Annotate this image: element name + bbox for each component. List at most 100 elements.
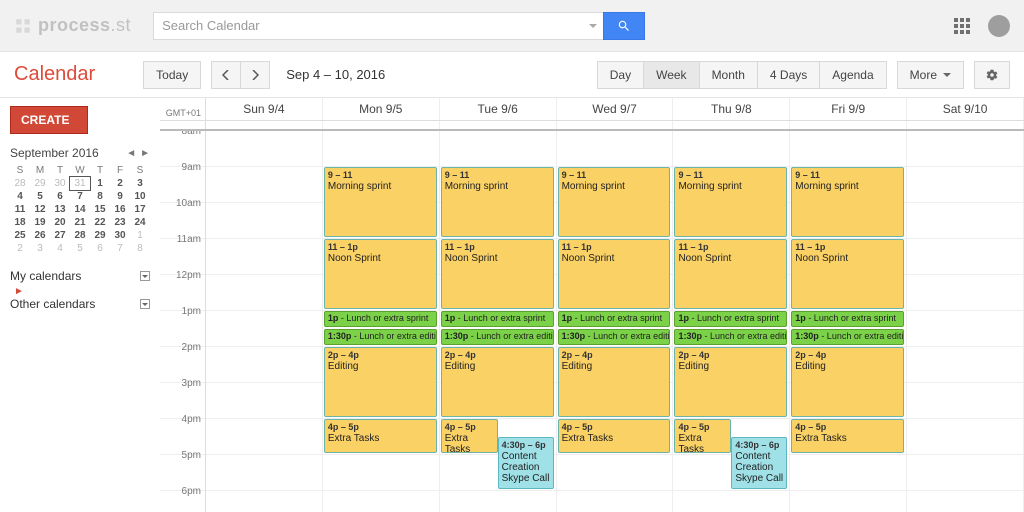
event[interactable]: 9 – 11Morning sprint	[324, 167, 437, 237]
event[interactable]: 9 – 11Morning sprint	[441, 167, 554, 237]
mini-day[interactable]: 18	[10, 216, 30, 229]
day-header-cell[interactable]: Sun 9/4	[206, 98, 323, 120]
mini-day[interactable]: 9	[110, 190, 130, 203]
mini-day[interactable]: 7	[110, 242, 130, 255]
event[interactable]: 4:30p – 6pContent Creation Skype Call	[731, 437, 787, 489]
mini-day[interactable]: 6	[90, 242, 110, 255]
event[interactable]: 2p – 4pEditing	[324, 347, 437, 417]
event[interactable]: 1:30p - Lunch or extra editing	[441, 329, 554, 345]
mini-day[interactable]: 11	[10, 203, 30, 216]
mini-day[interactable]: 2	[10, 242, 30, 255]
mini-day[interactable]: 22	[90, 216, 110, 229]
mini-day[interactable]: 31	[70, 177, 90, 190]
mini-day[interactable]: 19	[30, 216, 50, 229]
mini-day[interactable]: 10	[130, 190, 150, 203]
event[interactable]: 11 – 1pNoon Sprint	[791, 239, 904, 309]
day-header-cell[interactable]: Thu 9/8	[673, 98, 790, 120]
event[interactable]: 1p - Lunch or extra sprint	[558, 311, 671, 327]
mini-day[interactable]: 1	[130, 229, 150, 242]
mini-day[interactable]: 29	[90, 229, 110, 242]
search-button[interactable]	[603, 12, 645, 40]
event[interactable]: 11 – 1pNoon Sprint	[558, 239, 671, 309]
event[interactable]: 4p – 5pExtra Tasks	[441, 419, 498, 453]
search-input[interactable]: Search Calendar	[153, 12, 603, 40]
mini-day[interactable]: 25	[10, 229, 30, 242]
mini-day[interactable]: 21	[70, 216, 90, 229]
other-calendars[interactable]: Other calendars	[10, 297, 150, 311]
mini-day[interactable]: 5	[70, 242, 90, 255]
mini-day[interactable]: 3	[130, 177, 150, 190]
day-column[interactable]	[907, 131, 1024, 512]
event[interactable]: 2p – 4pEditing	[441, 347, 554, 417]
day-column[interactable]: 9 – 11Morning sprint11 – 1pNoon Sprint 1p…	[323, 131, 440, 512]
event[interactable]: 1p - Lunch or extra sprint	[441, 311, 554, 327]
mini-day[interactable]: 14	[70, 203, 90, 216]
mini-day[interactable]: 12	[30, 203, 50, 216]
event[interactable]: 11 – 1pNoon Sprint	[324, 239, 437, 309]
event[interactable]: 1p - Lunch or extra sprint	[674, 311, 787, 327]
apps-icon[interactable]	[954, 18, 970, 34]
day-header-cell[interactable]: Wed 9/7	[557, 98, 674, 120]
event[interactable]: 1:30p - Lunch or extra editing	[674, 329, 787, 345]
mini-day[interactable]: 1	[90, 177, 110, 190]
mini-day[interactable]: 2	[110, 177, 130, 190]
mini-day[interactable]: 28	[10, 177, 30, 190]
create-button[interactable]: CREATE	[10, 106, 88, 134]
mini-prev[interactable]: ◄	[126, 148, 136, 159]
event[interactable]: 11 – 1pNoon Sprint	[674, 239, 787, 309]
view-4days[interactable]: 4 Days	[758, 61, 820, 89]
event[interactable]: 2p – 4pEditing	[674, 347, 787, 417]
day-header-cell[interactable]: Sat 9/10	[907, 98, 1024, 120]
view-day[interactable]: Day	[597, 61, 644, 89]
event[interactable]: 9 – 11Morning sprint	[558, 167, 671, 237]
event[interactable]: 2p – 4pEditing	[791, 347, 904, 417]
event[interactable]: 1:30p - Lunch or extra editing	[324, 329, 437, 345]
mini-day[interactable]: 7	[70, 190, 90, 203]
day-column[interactable]	[206, 131, 323, 512]
mini-day[interactable]: 3	[30, 242, 50, 255]
mini-day[interactable]: 23	[110, 216, 130, 229]
settings-button[interactable]	[974, 61, 1010, 89]
event[interactable]: 11 – 1pNoon Sprint	[441, 239, 554, 309]
mini-day[interactable]: 17	[130, 203, 150, 216]
my-calendars[interactable]: My calendars	[10, 269, 150, 283]
mini-day[interactable]: 27	[50, 229, 70, 242]
mini-day[interactable]: 30	[50, 177, 70, 190]
avatar[interactable]	[988, 15, 1010, 37]
mini-day[interactable]: 30	[110, 229, 130, 242]
mini-day[interactable]: 28	[70, 229, 90, 242]
day-header-cell[interactable]: Mon 9/5	[323, 98, 440, 120]
today-button[interactable]: Today	[143, 61, 201, 89]
next-button[interactable]	[241, 61, 270, 89]
event[interactable]: 4:30p – 6pContent Creation Skype Call	[498, 437, 554, 489]
mini-day[interactable]: 16	[110, 203, 130, 216]
event[interactable]: 1p - Lunch or extra sprint	[791, 311, 904, 327]
day-column[interactable]: 9 – 11Morning sprint11 – 1pNoon Sprint 1p…	[557, 131, 674, 512]
mini-day[interactable]: 6	[50, 190, 70, 203]
mini-day[interactable]: 4	[10, 190, 30, 203]
view-agenda[interactable]: Agenda	[820, 61, 886, 89]
mini-day[interactable]: 26	[30, 229, 50, 242]
day-header-cell[interactable]: Tue 9/6	[440, 98, 557, 120]
mini-day[interactable]: 24	[130, 216, 150, 229]
event[interactable]: 4p – 5pExtra Tasks	[674, 419, 731, 453]
mini-day[interactable]: 4	[50, 242, 70, 255]
event[interactable]: 1p - Lunch or extra sprint	[324, 311, 437, 327]
day-column[interactable]: 9 – 11Morning sprint11 – 1pNoon Sprint1p…	[673, 131, 790, 512]
search-options-icon[interactable]	[589, 24, 597, 28]
event[interactable]: 4p – 5pExtra Tasks	[558, 419, 671, 453]
mini-day[interactable]: 5	[30, 190, 50, 203]
event[interactable]: 4p – 5pExtra Tasks	[791, 419, 904, 453]
mini-next[interactable]: ►	[140, 148, 150, 159]
event[interactable]: 1:30p - Lunch or extra editing	[558, 329, 671, 345]
event[interactable]: 4p – 5pExtra Tasks	[324, 419, 437, 453]
day-header-cell[interactable]: Fri 9/9	[790, 98, 907, 120]
event[interactable]: 2p – 4pEditing	[558, 347, 671, 417]
event[interactable]: 1:30p - Lunch or extra editing	[791, 329, 904, 345]
prev-button[interactable]	[211, 61, 241, 89]
mini-day[interactable]: 15	[90, 203, 110, 216]
day-column[interactable]: 9 – 11Morning sprint11 – 1pNoon Sprint 1p…	[440, 131, 557, 512]
mini-day[interactable]: 29	[30, 177, 50, 190]
day-column[interactable]: 9 – 11Morning sprint11 – 1pNoon Sprint 1p…	[790, 131, 907, 512]
event[interactable]: 9 – 11Morning sprint	[791, 167, 904, 237]
